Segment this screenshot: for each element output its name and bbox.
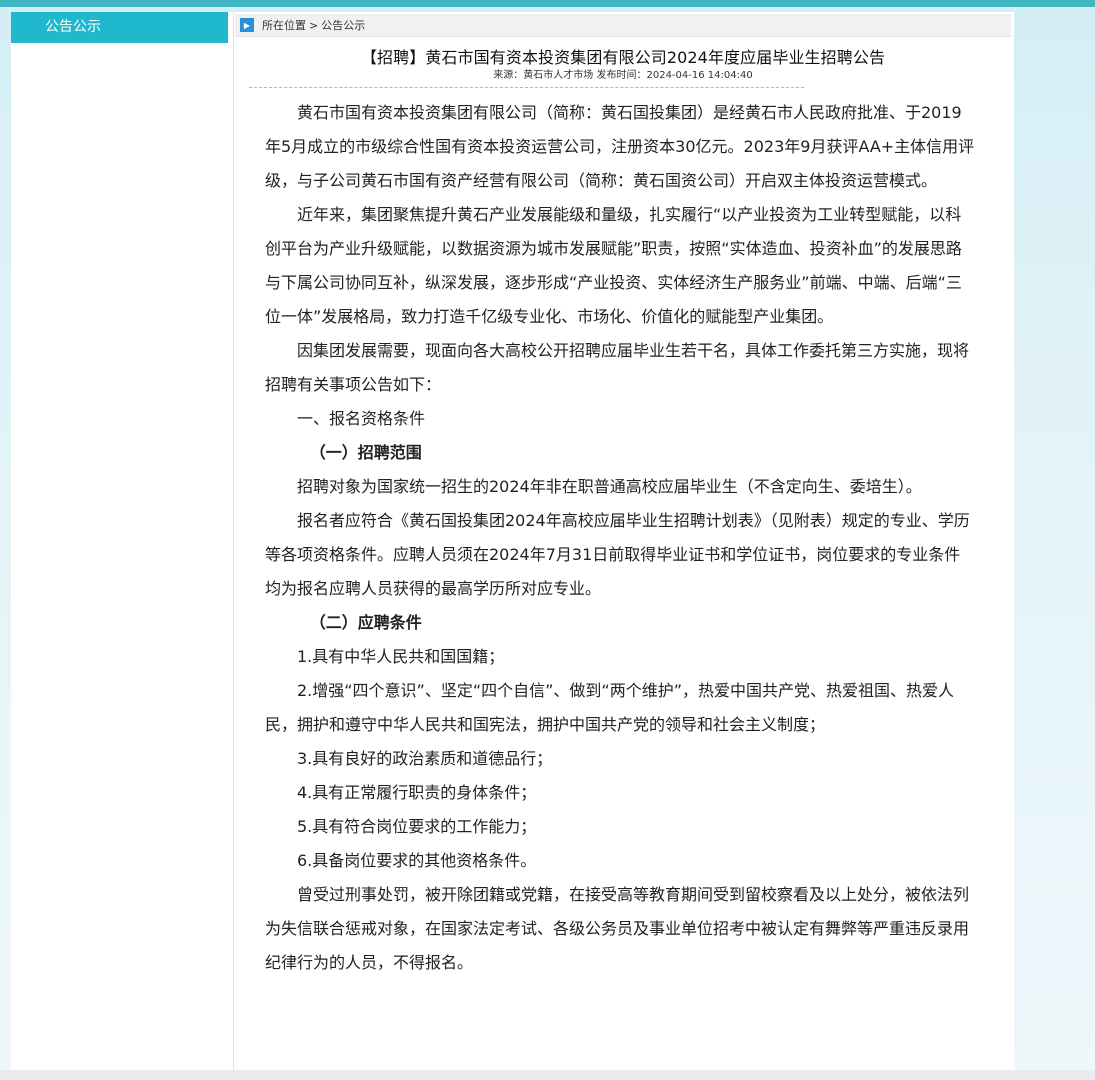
section-heading: 一、报名资格条件 <box>297 409 426 428</box>
paragraph-qualification: 报名者应符合《黄石国投集团2024年高校应届毕业生招聘计划表》（见附表）规定的专… <box>265 511 970 598</box>
dashed-divider <box>249 87 804 88</box>
breadcrumb-current[interactable]: 公告公示 <box>321 17 365 33</box>
bottom-scroll-area <box>0 1070 1095 1080</box>
article-meta: 来源：黄石市人才市场 发布时间：2024-04-16 14:04:40 <box>235 69 1011 83</box>
sidebar-item-label: 公告公示 <box>45 19 101 35</box>
source-label: 来源： <box>493 70 524 81</box>
article-header: 【招聘】黄石市国有资本投资集团有限公司2024年度应届毕业生招聘公告 来源：黄石… <box>235 44 1011 88</box>
breadcrumb-separator: > <box>309 18 319 32</box>
paragraph-exclusions: 曾受过刑事处罚，被开除团籍或党籍，在接受高等教育期间受到留校察看及以上处分，被依… <box>265 885 970 972</box>
published-label: 发布时间： <box>596 70 647 81</box>
sidebar-item-announcements[interactable]: 公告公示 <box>11 12 228 43</box>
article-body: 黄石市国有资本投资集团有限公司（简称：黄石国投集团）是经黄石市人民政府批准、于2… <box>265 96 975 980</box>
list-item: 5.具有符合岗位要求的工作能力； <box>297 817 537 836</box>
play-icon: ▶ <box>240 18 254 32</box>
top-header-strip <box>0 0 1095 7</box>
paragraph-development: 近年来，集团聚焦提升黄石产业发展能级和量级，扎实履行“以产业投资为工业转型赋能，… <box>265 205 962 326</box>
source-value: 黄石市人才市场 <box>523 70 594 81</box>
list-item: 4.具有正常履行职责的身体条件； <box>297 783 537 802</box>
list-item: 1.具有中华人民共和国国籍； <box>297 647 505 666</box>
subsection-heading: （二）应聘条件 <box>309 613 422 632</box>
paragraph-intro: 黄石市国有资本投资集团有限公司（简称：黄石国投集团）是经黄石市人民政府批准、于2… <box>265 103 975 190</box>
published-value: 2024-04-16 14:04:40 <box>646 70 753 81</box>
list-item: 2.增强“四个意识”、坚定“四个自信”、做到“两个维护”，热爱中国共产党、热爱祖… <box>265 681 955 734</box>
paragraph-recruitment-purpose: 因集团发展需要，现面向各大高校公开招聘应届毕业生若干名，具体工作委托第三方实施，… <box>265 341 970 394</box>
list-item: 3.具有良好的政治素质和道德品行； <box>297 749 553 768</box>
breadcrumb: ▶ 所在位置 > 公告公示 <box>235 14 1011 37</box>
subsection-heading: （一）招聘范围 <box>309 443 422 462</box>
list-item: 6.具备岗位要求的其他资格条件。 <box>297 851 537 870</box>
column-divider <box>233 12 234 1070</box>
paragraph-target: 招聘对象为国家统一招生的2024年非在职普通高校应届毕业生（不含定向生、委培生）… <box>297 477 922 496</box>
sidebar: 公告公示 <box>11 12 228 1070</box>
article-title: 【招聘】黄石市国有资本投资集团有限公司2024年度应届毕业生招聘公告 <box>360 48 886 67</box>
breadcrumb-location-label: 所在位置 <box>262 19 306 32</box>
